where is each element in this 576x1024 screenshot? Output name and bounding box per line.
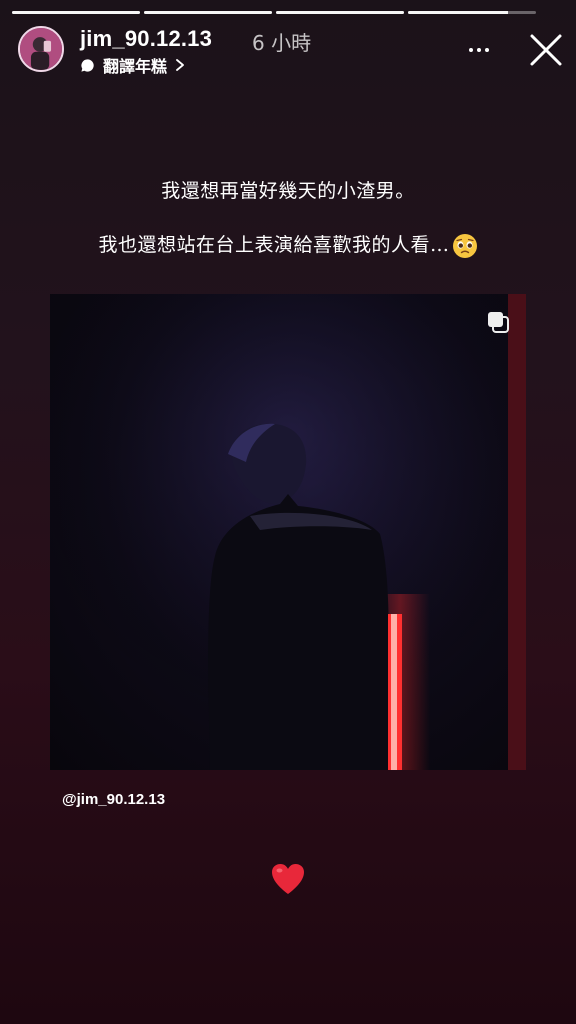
progress-segment [276, 11, 404, 14]
time-ago: 6 小時 [252, 31, 312, 55]
caption-line: 我還想再當好幾天的小渣男。 [161, 180, 415, 202]
shared-post-image[interactable] [50, 294, 526, 770]
caption-line-text: 我也還想站在台上表演給喜歡我的人看… [98, 234, 450, 256]
dot [485, 48, 489, 52]
more-options-button[interactable] [464, 40, 494, 60]
story-header: jim_90.12.13 6 小時 翻譯年糕 [18, 26, 564, 76]
pleading-face-icon [452, 234, 477, 258]
translate-link[interactable]: 翻譯年糕 [80, 53, 185, 77]
story-viewer[interactable]: jim_90.12.13 6 小時 翻譯年糕 我還想再當好幾天的小渣男。 我也還… [0, 0, 576, 1024]
caption-line: 我也還想站在台上表演給喜歡我的人看… [0, 230, 576, 259]
dot [469, 48, 473, 52]
close-button[interactable] [528, 32, 564, 68]
avatar[interactable] [18, 26, 64, 72]
heart-icon [270, 862, 306, 896]
chevron-right-icon [175, 59, 185, 71]
progress-segment [408, 11, 536, 14]
story-progress-bars [12, 11, 536, 14]
dot [477, 48, 481, 52]
username[interactable]: jim_90.12.13 [80, 26, 212, 52]
progress-segment [144, 11, 272, 14]
multiple-images-icon [486, 310, 510, 334]
close-icon [530, 34, 562, 66]
mention-sticker[interactable]: @jim_90.12.13 [62, 791, 165, 808]
progress-segment [12, 11, 140, 14]
translate-label: 翻譯年糕 [103, 57, 168, 76]
performer-photo [50, 294, 526, 770]
speech-bubble-icon [80, 58, 95, 73]
